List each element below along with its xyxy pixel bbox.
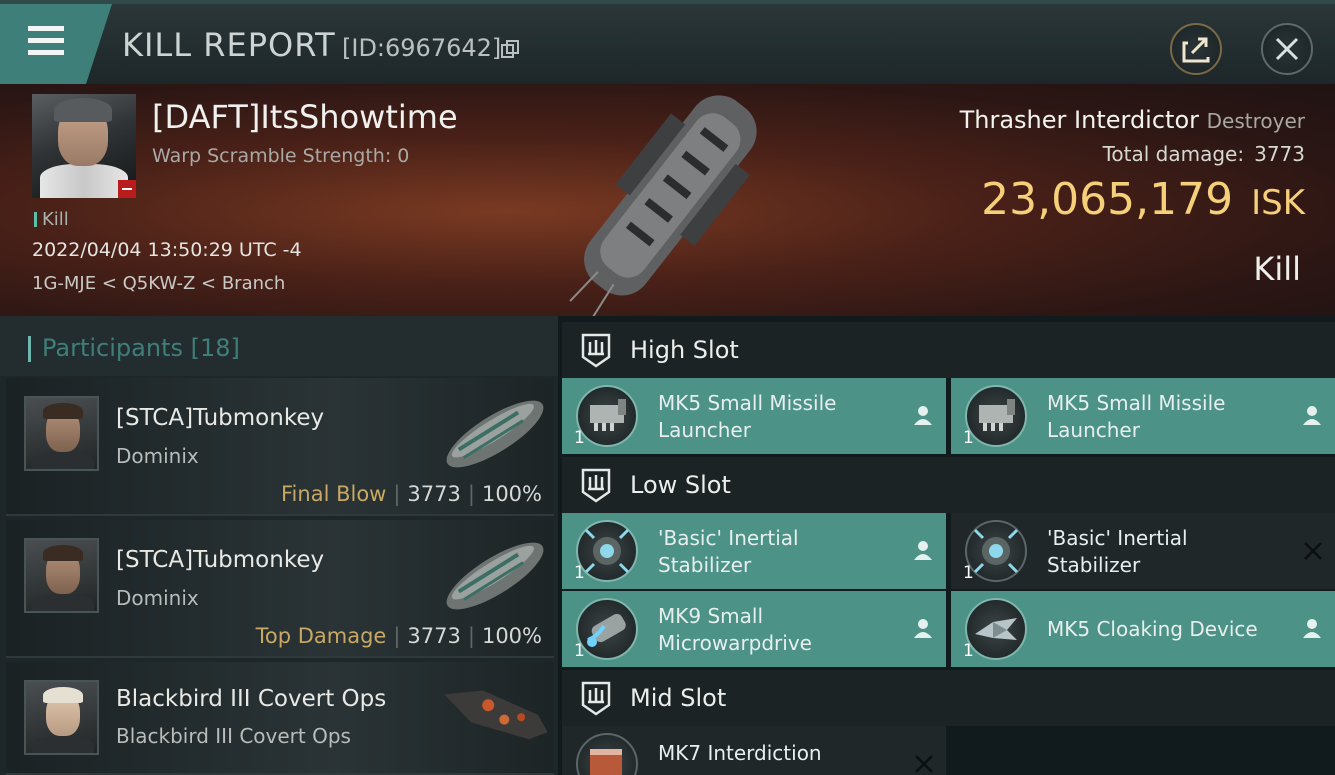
hostile-standing-icon: [118, 180, 136, 198]
page-title: KILL REPORT: [122, 26, 336, 64]
menu-button[interactable]: [0, 4, 112, 88]
module-name: MK9 Small Microwarpdrive: [658, 604, 812, 655]
module-quantity: 1: [574, 563, 585, 583]
close-icon: [1275, 37, 1299, 61]
module-slot[interactable]: 1 'Basic' Inertial Stabilizer: [951, 513, 1335, 589]
low-slot-icon: [581, 468, 611, 503]
module-slot[interactable]: MK7 Interdiction: [562, 726, 946, 775]
participant-ship: Dominix: [116, 444, 199, 468]
module-slot[interactable]: 1 MK5 Small Missile Launcher: [951, 378, 1335, 454]
participant-row[interactable]: [STCA]Tubmonkey Dominix Top Damage | 3773 |…: [6, 520, 554, 658]
total-damage: Total damage: 3773: [1102, 142, 1305, 166]
cloaking-device-icon: [965, 598, 1027, 660]
low-slot-title: Low Slot: [630, 471, 731, 499]
participant-portrait[interactable]: [24, 680, 99, 755]
close-button[interactable]: [1261, 23, 1313, 75]
pilot-icon: [1303, 619, 1321, 638]
participants-panel: Participants [18] [STCA]Tubmonkey Domini…: [0, 316, 558, 775]
isk-value: 23,065,179 ISK: [981, 174, 1305, 225]
kill-summary: [DAFT]ItsShowtime Warp Scramble Strength…: [0, 84, 1335, 316]
participant-row[interactable]: [STCA]Tubmonkey Dominix Final Blow | 3773 |…: [6, 378, 554, 516]
module-slot[interactable]: 1 MK5 Small Missile Launcher: [562, 378, 946, 454]
destroyed-x-icon: [915, 755, 933, 773]
participant-ship: Blackbird III Covert Ops: [116, 724, 351, 748]
high-slot-icon: [581, 333, 611, 368]
participant-name: [STCA]Tubmonkey: [116, 547, 325, 573]
participant-name: Blackbird III Covert Ops: [116, 686, 387, 712]
high-slot-title: High Slot: [630, 336, 739, 364]
participant-row[interactable]: Blackbird III Covert Ops Blackbird III C…: [6, 662, 554, 775]
external-link-icon: [1182, 37, 1210, 63]
module-quantity: 1: [963, 641, 974, 661]
participant-stats: Top Damage | 3773 | 100%: [255, 624, 542, 648]
kill-datetime: 2022/04/04 13:50:29 UTC -4: [32, 239, 302, 261]
participant-ship-image: [446, 400, 544, 468]
missile-launcher-icon: [576, 385, 638, 447]
participant-portrait[interactable]: [24, 538, 99, 613]
pilot-icon: [1303, 406, 1321, 425]
victim-ship-image: [569, 95, 757, 316]
pilot-icon: [914, 406, 932, 425]
mid-slot-header: Mid Slot: [562, 670, 1335, 726]
module-name: MK5 Cloaking Device: [1047, 617, 1258, 641]
participant-ship-image: [444, 690, 548, 740]
top-bar: KILL REPORT [ID:6967642]: [0, 0, 1335, 84]
module-name: MK7 Interdiction: [658, 741, 822, 765]
destroyed-x-icon: [1304, 542, 1322, 560]
module-name: MK5 Small Missile Launcher: [658, 391, 837, 442]
module-quantity: 1: [574, 641, 585, 661]
report-id: [ID:6967642]: [342, 34, 502, 62]
module-slot[interactable]: 1 'Basic' Inertial Stabilizer: [562, 513, 946, 589]
participant-ship-image: [446, 542, 544, 610]
microwarpdrive-icon: [576, 598, 638, 660]
mid-slot-title: Mid Slot: [630, 684, 727, 712]
warp-scramble-strength: Warp Scramble Strength: 0: [152, 145, 410, 167]
module-name: 'Basic' Inertial Stabilizer: [658, 526, 799, 577]
mid-slot-icon: [581, 681, 611, 716]
result-tag: Kill: [34, 209, 69, 230]
participant-name: [STCA]Tubmonkey: [116, 405, 325, 431]
participants-label: Participants: [42, 334, 183, 362]
module-quantity: 1: [574, 428, 585, 448]
hamburger-icon: [28, 26, 64, 55]
participant-portrait[interactable]: [24, 396, 99, 471]
missile-launcher-icon: [965, 385, 1027, 447]
module-name: 'Basic' Inertial Stabilizer: [1047, 526, 1188, 577]
pilot-icon: [914, 541, 932, 560]
module-quantity: 1: [963, 563, 974, 583]
participants-header: Participants [18]: [0, 316, 558, 376]
module-slot[interactable]: 1 MK9 Small Microwarpdrive: [562, 591, 946, 667]
victim-name[interactable]: [DAFT]ItsShowtime: [152, 98, 458, 136]
interdiction-module-icon: [576, 733, 638, 775]
outcome-label: Kill: [1253, 250, 1301, 288]
module-slot[interactable]: 1 MK5 Cloaking Device: [951, 591, 1335, 667]
share-button[interactable]: [1170, 23, 1222, 75]
pilot-icon: [914, 619, 932, 638]
low-slot-header: Low Slot: [562, 457, 1335, 513]
copy-icon[interactable]: [500, 39, 520, 59]
module-name: MK5 Small Missile Launcher: [1047, 391, 1226, 442]
inertial-stabilizer-icon: [965, 520, 1027, 582]
participant-ship: Dominix: [116, 586, 199, 610]
participant-stats: Final Blow | 3773 | 100%: [281, 482, 542, 506]
victim-ship-name[interactable]: Thrasher Interdictor Destroyer: [960, 106, 1305, 134]
inertial-stabilizer-icon: [576, 520, 638, 582]
kill-location: 1G-MJE < Q5KW-Z < Branch: [32, 273, 286, 294]
participants-count: [18]: [190, 334, 240, 362]
module-quantity: 1: [963, 428, 974, 448]
high-slot-header: High Slot: [562, 322, 1335, 378]
